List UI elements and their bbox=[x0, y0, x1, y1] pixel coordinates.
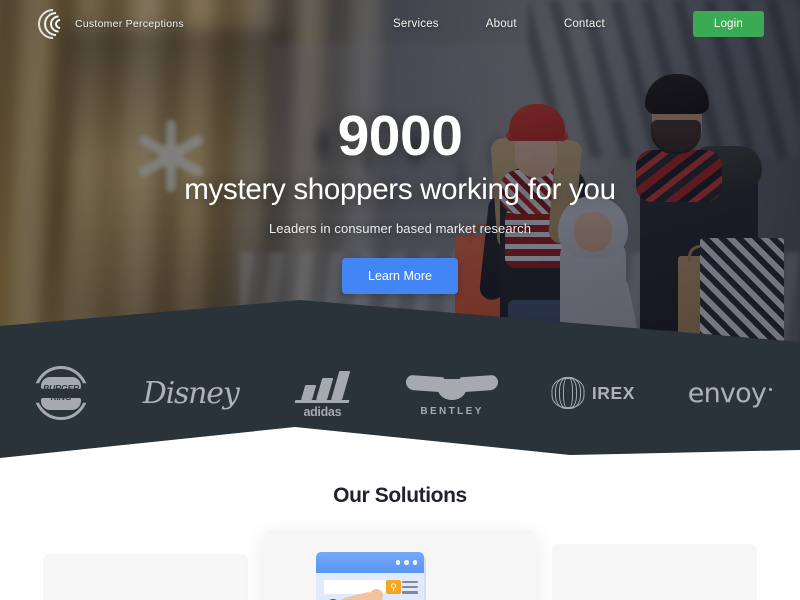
landing-page: Customer Perceptions Services About Cont… bbox=[0, 0, 800, 600]
main-navigation: Services About Contact Login bbox=[393, 11, 764, 37]
brand-logo-disney: Disney bbox=[141, 375, 240, 411]
envoy-wordmark: envoy bbox=[687, 377, 773, 409]
adidas-icon: adidas bbox=[291, 371, 353, 419]
bentley-wings-icon: BENTLEY bbox=[406, 370, 499, 417]
concentric-arcs-logo-icon bbox=[31, 2, 75, 46]
solutions-section: Our Solutions ⚲ bbox=[0, 460, 800, 600]
brand-name: Customer Perceptions bbox=[75, 18, 184, 30]
solution-card-right[interactable] bbox=[552, 544, 757, 600]
browser-content: ⚲ bbox=[316, 573, 424, 600]
magnifier-icon: ⚲ bbox=[386, 580, 401, 594]
hamburger-menu-icon bbox=[402, 581, 418, 597]
login-button[interactable]: Login bbox=[692, 11, 764, 37]
brand-logo-burger-king: BURGER KING bbox=[34, 366, 88, 420]
learn-more-button[interactable]: Learn More bbox=[342, 257, 458, 294]
brand-logo-bentley: BENTLEY bbox=[406, 370, 499, 417]
solution-cards: ⚲ bbox=[0, 530, 800, 600]
illustration-hand bbox=[370, 589, 383, 600]
nav-item-services[interactable]: Services bbox=[393, 18, 439, 30]
adidas-wordmark: adidas bbox=[303, 405, 342, 419]
browser-window-dots-icon bbox=[395, 560, 417, 565]
brand-logo-irex: IREX bbox=[551, 376, 635, 410]
solutions-title: Our Solutions bbox=[333, 484, 467, 507]
browser-search-illustration: ⚲ bbox=[316, 552, 424, 600]
burger-king-icon: BURGER KING bbox=[34, 366, 88, 420]
brand-logo-envoy: envoy bbox=[687, 377, 773, 409]
nav-item-about[interactable]: About bbox=[486, 18, 517, 30]
hero-headline: mystery shoppers working for you bbox=[184, 173, 616, 206]
brand-logo-adidas: adidas bbox=[291, 371, 353, 419]
irex-icon bbox=[551, 376, 585, 410]
solution-card-center[interactable]: ⚲ bbox=[264, 530, 536, 600]
burger-king-line2: KING bbox=[50, 392, 72, 402]
hero-subheadline: Leaders in consumer based market researc… bbox=[268, 220, 532, 236]
nav-item-contact[interactable]: Contact bbox=[564, 18, 605, 30]
brand-logo[interactable]: Customer Perceptions bbox=[31, 2, 184, 46]
site-header: Customer Perceptions Services About Cont… bbox=[0, 0, 800, 48]
solution-card-left[interactable] bbox=[43, 554, 248, 600]
irex-wordmark: IREX bbox=[591, 382, 636, 403]
hero-copy: 9000 mystery shoppers working for you Le… bbox=[0, 108, 800, 294]
disney-wordmark: Disney bbox=[142, 375, 240, 411]
brand-row: BURGER KING Disney adidas BENTLEY IREX e… bbox=[0, 360, 800, 426]
browser-title-bar bbox=[316, 552, 424, 573]
hero-shopper-count: 9000 bbox=[337, 104, 463, 168]
bentley-wordmark: BENTLEY bbox=[420, 406, 484, 417]
